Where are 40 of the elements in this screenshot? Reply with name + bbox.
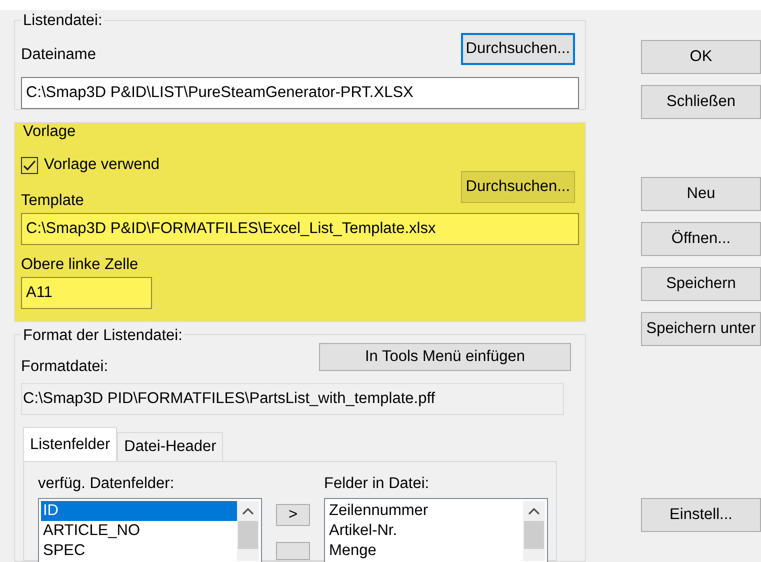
group-legend: Vorlage xyxy=(21,123,78,141)
tools-menu-button[interactable]: In Tools Menü einfügen xyxy=(319,343,571,371)
field-label: Dateiname xyxy=(21,45,96,65)
list-item[interactable]: Artikel-Nr. xyxy=(327,521,523,541)
checkbox-label: Vorlage verwend xyxy=(44,155,160,175)
scrollbar[interactable] xyxy=(523,501,545,561)
tab[interactable]: Listenfelder xyxy=(23,427,118,461)
file-fields-list[interactable]: Zeilennummer Artikel-Nr. Menge xyxy=(324,498,548,562)
list-item[interactable]: SPEC xyxy=(41,541,237,561)
dialog-button[interactable]: Speichern unter xyxy=(641,312,761,346)
use-template-checkbox[interactable]: Vorlage verwend xyxy=(21,155,160,175)
list-item[interactable]: ARTICLE_NO xyxy=(41,521,237,541)
format-file-field[interactable]: C:\Smap3D PID\FORMATFILES\PartsList_with_template.pff xyxy=(21,383,564,415)
tab[interactable]: Datei-Header xyxy=(117,432,224,461)
template-field[interactable]: C:\Smap3D P&ID\FORMATFILES\Excel_List_Template.xlsx xyxy=(21,213,579,245)
cell-field[interactable]: A11 xyxy=(21,277,152,309)
browse-button[interactable]: Durchsuchen... xyxy=(460,33,575,65)
field-label: Formatdatei: xyxy=(21,357,108,377)
list-item[interactable]: Menge xyxy=(327,541,523,561)
dialog-button[interactable]: Einstell... xyxy=(641,498,761,532)
dialog-button[interactable]: OK xyxy=(641,40,761,74)
add-field-button[interactable]: > xyxy=(276,504,310,526)
list-item[interactable]: ID xyxy=(41,501,237,521)
scrollbar[interactable] xyxy=(237,501,259,561)
scroll-up-icon[interactable] xyxy=(528,507,540,515)
checkbox-icon[interactable] xyxy=(21,156,38,174)
dialog-button[interactable]: Neu xyxy=(641,177,761,211)
list-item[interactable]: Zeilennummer xyxy=(327,501,523,521)
dialog-button[interactable]: Schließen xyxy=(641,85,761,119)
dialog-button[interactable]: Speichern xyxy=(641,267,761,301)
file-name-field[interactable]: C:\Smap3D P&ID\LIST\PureSteamGenerator-PRT.XLSX xyxy=(21,77,579,109)
field-label: Obere linke Zelle xyxy=(21,255,140,275)
dialog-button[interactable]: Öffnen... xyxy=(641,222,761,256)
scroll-up-icon[interactable] xyxy=(242,507,254,515)
remove-field-button[interactable] xyxy=(276,542,310,560)
list-label: verfüg. Datenfelder: xyxy=(38,474,176,494)
browse-button[interactable]: Durchsuchen... xyxy=(460,171,575,203)
field-label: Template xyxy=(21,191,85,211)
available-fields-list[interactable]: ID ARTICLE_NO SPEC xyxy=(38,498,262,562)
list-label: Felder in Datei: xyxy=(324,474,430,494)
